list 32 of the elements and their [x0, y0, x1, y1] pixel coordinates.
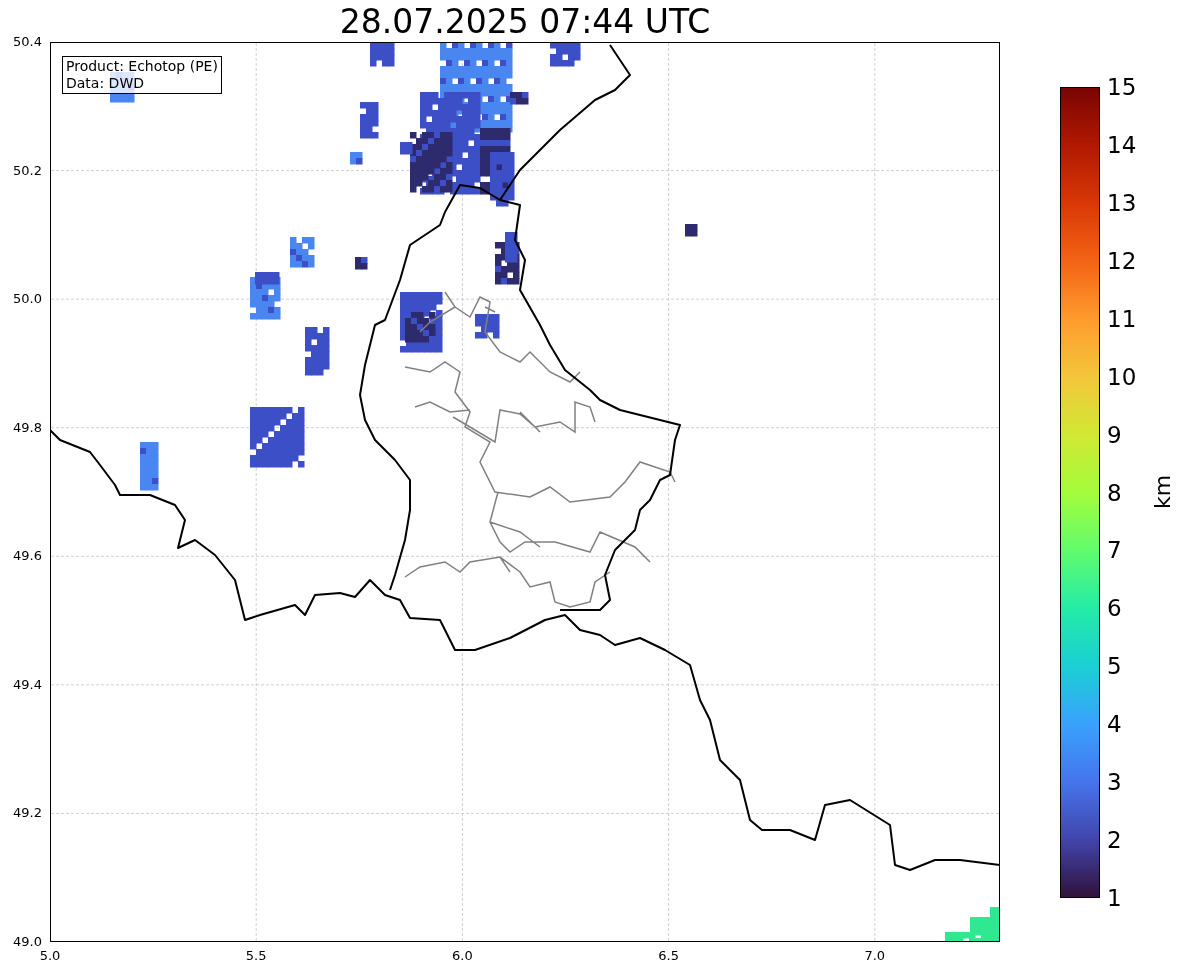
- colorbar-label: km: [1149, 473, 1176, 512]
- axis-tick-label: 49.2: [12, 805, 42, 822]
- axis-tick-label: 7.0: [863, 948, 887, 964]
- colorbar-tick-label: 13: [1107, 188, 1137, 217]
- axis-tick-label: 49.4: [12, 676, 42, 693]
- colorbar-tick-label: 12: [1107, 246, 1137, 275]
- colorbar-tick-label: 5: [1107, 652, 1122, 681]
- axis-tick-label: 50.4: [12, 34, 42, 50]
- info-line: Data: DWD: [66, 75, 145, 92]
- colorbar-tick-label: 6: [1107, 594, 1122, 623]
- colorbar-tick-label: 2: [1107, 826, 1122, 855]
- colorbar-tick-label: 8: [1107, 478, 1122, 507]
- axis-tick-label: 5.5: [244, 948, 268, 964]
- info-line: Product: Echotop (PE): [66, 58, 218, 75]
- colorbar-tick-label: 4: [1107, 710, 1122, 739]
- colorbar-tick-label: 10: [1107, 362, 1137, 391]
- colorbar-tick-label: 7: [1107, 536, 1122, 565]
- axis-tick-label: 49.8: [12, 419, 42, 436]
- axis-tick-label: 49.6: [12, 548, 42, 565]
- axis-tick-label: 49.0: [12, 934, 42, 950]
- axis-tick-label: 6.5: [657, 948, 680, 964]
- axis-tick-label: 6.0: [451, 948, 474, 964]
- colorbar-tick-label: 9: [1107, 420, 1122, 449]
- colorbar-tick-label: 1: [1107, 884, 1122, 912]
- axis-tick-label: 50.0: [12, 291, 42, 308]
- chart-title: 28.07.2025 07:44 UTC: [338, 2, 712, 42]
- colorbar-tick-label: 3: [1107, 768, 1122, 797]
- colorbar-tick-label: 15: [1107, 73, 1137, 101]
- axis-tick-label: 50.2: [12, 162, 42, 179]
- colorbar-tick-label: 14: [1107, 130, 1137, 159]
- colorbar-tick-label: 11: [1107, 304, 1137, 333]
- axis-tick-label: 5.0: [38, 948, 62, 964]
